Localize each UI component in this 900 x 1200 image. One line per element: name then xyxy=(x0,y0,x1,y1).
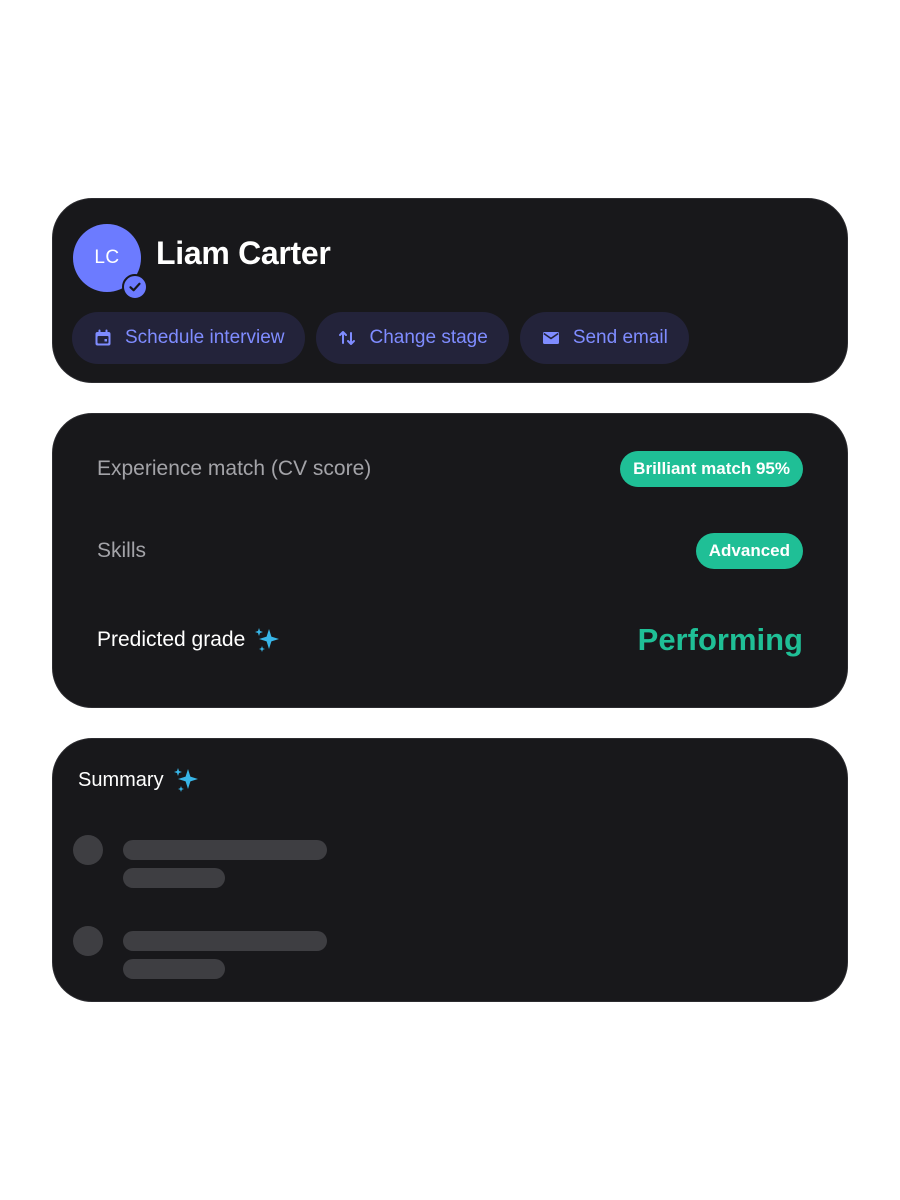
candidate-name: Liam Carter xyxy=(156,235,331,271)
summary-title: Summary xyxy=(78,768,164,791)
mail-icon xyxy=(541,328,561,348)
evaluation-card: Experience match (CV score) Brilliant ma… xyxy=(52,413,848,708)
action-bar: Schedule interview Change stage Send ema… xyxy=(72,312,689,364)
schedule-interview-label: Schedule interview xyxy=(125,327,285,348)
predicted-grade-label: Predicted grade xyxy=(97,628,246,651)
skeleton-line xyxy=(123,868,225,888)
change-stage-label: Change stage xyxy=(369,327,488,348)
summary-card: Summary xyxy=(52,738,848,1002)
schedule-interview-button[interactable]: Schedule interview xyxy=(72,312,306,364)
skills-badge: Advanced xyxy=(695,533,803,569)
experience-match-badge: Brilliant match 95% xyxy=(620,451,803,487)
skeleton-line xyxy=(123,931,327,951)
skeleton-avatar xyxy=(73,926,103,956)
skeleton-line xyxy=(123,959,225,979)
send-email-label: Send email xyxy=(572,327,668,348)
summary-header: Summary xyxy=(78,765,202,795)
check-circle-icon xyxy=(122,274,148,300)
sparkles-icon xyxy=(253,625,283,655)
predicted-grade-row: Predicted grade Performing xyxy=(97,622,803,658)
experience-match-label: Experience match (CV score) xyxy=(97,457,372,480)
sparkles-icon xyxy=(172,765,202,795)
change-stage-button[interactable]: Change stage xyxy=(316,312,509,364)
calendar-icon xyxy=(93,328,113,348)
skeleton-line xyxy=(123,840,327,860)
candidate-header-card: LC Liam Carter Schedule interview Change… xyxy=(52,198,848,383)
skills-row: Skills Advanced xyxy=(97,533,803,569)
skills-label: Skills xyxy=(97,539,147,562)
avatar-initials: LC xyxy=(94,247,120,268)
summary-loading-item xyxy=(73,835,333,888)
experience-match-row: Experience match (CV score) Brilliant ma… xyxy=(97,451,803,487)
swap-vertical-icon xyxy=(337,328,357,348)
skeleton-avatar xyxy=(73,835,103,865)
predicted-grade-value: Performing xyxy=(637,622,803,657)
summary-loading-item xyxy=(73,926,333,979)
send-email-button[interactable]: Send email xyxy=(519,312,689,364)
predicted-grade-label-group: Predicted grade xyxy=(97,625,283,655)
